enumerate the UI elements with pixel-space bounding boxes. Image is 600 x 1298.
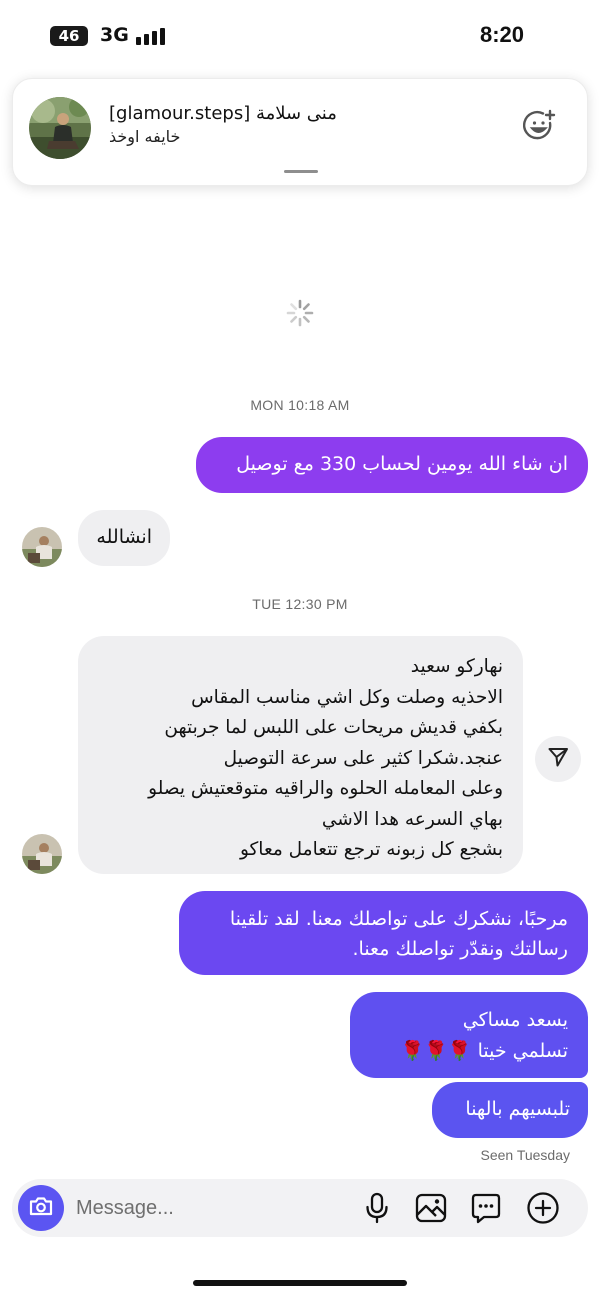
message-text: ان شاء الله يومين لحساب 330 مع توصيل bbox=[236, 453, 568, 475]
send-icon bbox=[547, 746, 569, 772]
avatar[interactable] bbox=[29, 97, 91, 159]
message-input[interactable] bbox=[76, 1192, 336, 1224]
message-text: وعلى المعامله الحلوه والراقيه متوقعتيش ي… bbox=[148, 778, 503, 799]
add-reaction-icon[interactable] bbox=[522, 109, 557, 143]
message-bubble-outgoing[interactable]: ان شاء الله يومين لحساب 330 مع توصيل bbox=[196, 437, 588, 493]
contact-name: [glamour.steps] منى سلامة bbox=[109, 103, 337, 124]
message-text: بشجع كل زبونه ترجع تتعامل معاكو bbox=[239, 839, 503, 860]
avatar[interactable] bbox=[22, 527, 62, 567]
message-bubble-outgoing[interactable]: مرحبًا، نشكرك على تواصلك معنا. لقد تلقين… bbox=[179, 891, 588, 975]
message-bubble-outgoing[interactable]: تلبسيهم بالهنا bbox=[432, 1082, 588, 1138]
camera-icon bbox=[29, 1195, 53, 1221]
camera-button[interactable] bbox=[18, 1185, 64, 1231]
message-composer bbox=[12, 1179, 588, 1237]
message-bubble-outgoing[interactable]: يسعد مساكي تسلمي خيتا 🌹🌹🌹 bbox=[350, 992, 588, 1078]
seen-status: Seen Tuesday bbox=[480, 1147, 570, 1163]
conversation-header[interactable]: [glamour.steps] منى سلامة خايفه اوخذ bbox=[12, 78, 588, 186]
message-text: عنجد.شكرا كثير على سرعة التوصيل bbox=[223, 747, 503, 769]
avatar[interactable] bbox=[22, 834, 62, 874]
microphone-icon[interactable] bbox=[360, 1191, 394, 1225]
message-text: بكفي قديش مريحات على اللبس لما جربتهن bbox=[164, 717, 503, 738]
message-text: رسالتك ونقدّر تواصلك معنا. bbox=[352, 938, 569, 960]
message-text: بهاي السرعه هدا الاشي bbox=[321, 808, 503, 830]
timestamp: TUE 12:30 PM bbox=[252, 596, 348, 612]
message-text: مرحبًا، نشكرك على تواصلك معنا. لقد تلقين… bbox=[229, 908, 568, 930]
message-text: تلبسيهم بالهنا bbox=[465, 1098, 570, 1120]
plus-icon[interactable] bbox=[526, 1191, 560, 1225]
message-bubble-incoming[interactable]: نهاركو سعيد الاحذيه وصلت وكل اشي مناسب ا… bbox=[78, 636, 523, 874]
signal-icon bbox=[136, 28, 165, 45]
message-text: نهاركو سعيد bbox=[410, 656, 503, 677]
contact-subtitle: خايفه اوخذ bbox=[109, 127, 181, 146]
timestamp: MON 10:18 AM bbox=[250, 397, 350, 413]
network-badge: 46 bbox=[50, 26, 88, 46]
share-button[interactable] bbox=[535, 736, 581, 782]
sticker-icon[interactable] bbox=[469, 1191, 503, 1225]
clock: 8:20 bbox=[479, 22, 524, 47]
network-type: 3G bbox=[100, 24, 129, 46]
gallery-icon[interactable] bbox=[414, 1191, 448, 1225]
loading-spinner-icon bbox=[285, 298, 315, 328]
message-text: تسلمي خيتا 🌹🌹🌹 bbox=[400, 1040, 568, 1062]
message-text: يسعد مساكي bbox=[462, 1009, 568, 1031]
home-indicator[interactable] bbox=[193, 1280, 407, 1286]
message-bubble-incoming[interactable]: انشالله bbox=[78, 510, 170, 566]
drag-handle[interactable] bbox=[284, 170, 318, 173]
message-text: الاحذيه وصلت وكل اشي مناسب المقاس bbox=[191, 686, 503, 708]
status-bar: 46 3G 8:20 bbox=[0, 0, 600, 72]
message-text: انشالله bbox=[96, 526, 152, 548]
